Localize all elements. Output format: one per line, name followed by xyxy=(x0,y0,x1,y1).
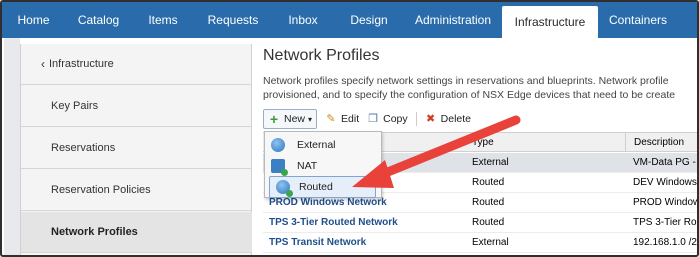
tab-home-label: Home xyxy=(17,13,50,27)
sidebar-item-network-profiles[interactable]: Network Profiles xyxy=(21,212,253,253)
tab-inbox[interactable]: Inbox xyxy=(272,2,334,38)
tab-administration[interactable]: Administration xyxy=(404,2,502,38)
menu-item-label: External xyxy=(297,139,336,151)
new-button-label: New xyxy=(284,113,306,125)
row-type: Routed xyxy=(472,197,505,208)
sidebar: ‹ Infrastructure Key Pairs Reservations … xyxy=(20,44,253,255)
row-name-link[interactable]: PROD Windows Network xyxy=(269,197,387,208)
tab-inbox-label: Inbox xyxy=(288,13,318,27)
sidebar-item-reservation-policies[interactable]: Reservation Policies xyxy=(21,170,253,211)
tab-home[interactable]: Home xyxy=(2,2,65,38)
tab-design[interactable]: Design xyxy=(334,2,404,38)
copy-icon: ❐ xyxy=(368,113,379,125)
page-title: Network Profiles xyxy=(263,47,380,64)
delete-x-icon: ✖ xyxy=(426,113,436,125)
tab-design-label: Design xyxy=(350,13,388,27)
pencil-icon: ✎ xyxy=(326,113,336,125)
new-button[interactable]: + New ▾ xyxy=(263,109,318,129)
row-description: 192.168.1.0 /2 xyxy=(633,237,697,248)
sidebar-item-reservations[interactable]: Reservations xyxy=(21,128,253,169)
menu-item-label: Routed xyxy=(299,181,333,193)
row-description: TPS 3-Tier Ro xyxy=(633,217,697,228)
new-dropdown-menu: External NAT Routed xyxy=(264,131,382,198)
tab-items-label: Items xyxy=(148,13,178,27)
row-type: External xyxy=(472,157,509,168)
delete-button[interactable]: ✖ Delete xyxy=(421,109,475,129)
tab-containers[interactable]: Containers xyxy=(598,2,678,38)
table-row[interactable]: TPS Transit Network External 192.168.1.0… xyxy=(263,233,697,253)
toolbar: + New ▾ ✎ Edit ❐ Copy ✖ Delete xyxy=(263,108,475,130)
app-window: Home Catalog Items Requests Inbox Design… xyxy=(0,0,699,257)
routed-icon xyxy=(276,180,293,197)
description-line-2: provisioned, and to specify the configur… xyxy=(263,89,676,101)
tab-requests-label: Requests xyxy=(207,13,259,27)
sidebar-item-key-pairs[interactable]: Key Pairs xyxy=(21,86,253,127)
nat-icon xyxy=(271,159,288,176)
chevron-left-icon: ‹ xyxy=(41,57,45,71)
row-type: External xyxy=(472,237,509,248)
row-description: VM-Data PG - xyxy=(633,157,696,168)
row-description: PROD Window xyxy=(633,197,699,208)
plus-icon: + xyxy=(269,111,279,127)
column-header-description[interactable]: Description xyxy=(625,133,684,151)
tab-catalog-label: Catalog xyxy=(77,13,120,27)
toolbar-divider xyxy=(415,112,417,126)
tab-infrastructure-label: Infrastructure xyxy=(514,15,586,29)
sidebar-item-label: Key Pairs xyxy=(51,100,99,112)
copy-button[interactable]: ❐ Copy xyxy=(363,109,412,129)
row-type: Routed xyxy=(472,177,505,188)
description-line-1: Network profiles specify network setting… xyxy=(263,75,669,87)
edit-button-label: Edit xyxy=(341,113,360,125)
top-navigation: Home Catalog Items Requests Inbox Design… xyxy=(2,2,697,38)
sidebar-item-label: Reservation Policies xyxy=(51,184,151,196)
delete-button-label: Delete xyxy=(440,113,471,125)
row-name-link[interactable]: TPS 3-Tier Routed Network xyxy=(269,217,398,228)
column-header-type[interactable]: Type xyxy=(472,137,494,148)
tab-infrastructure[interactable]: Infrastructure xyxy=(502,6,598,38)
tab-requests[interactable]: Requests xyxy=(194,2,272,38)
row-name-link[interactable]: TPS Transit Network xyxy=(269,237,366,248)
row-description: DEV Windows xyxy=(633,177,697,188)
sidebar-item-infrastructure[interactable]: ‹ Infrastructure xyxy=(21,44,253,85)
chevron-down-icon: ▾ xyxy=(308,114,313,124)
row-type: Routed xyxy=(472,217,505,228)
menu-item-nat[interactable]: NAT xyxy=(265,155,381,177)
menu-item-external[interactable]: External xyxy=(265,134,381,156)
globe-icon xyxy=(271,138,285,152)
tab-administration-label: Administration xyxy=(414,13,492,27)
left-gutter xyxy=(4,38,20,255)
tab-catalog[interactable]: Catalog xyxy=(65,2,132,38)
menu-item-label: NAT xyxy=(297,160,318,172)
sidebar-item-label: Infrastructure xyxy=(49,58,114,70)
sidebar-item-label: Network Profiles xyxy=(51,226,138,238)
menu-item-routed[interactable]: Routed xyxy=(269,176,376,198)
sidebar-item-label: Reservations xyxy=(51,142,116,154)
edit-button[interactable]: ✎ Edit xyxy=(321,109,363,129)
page-description: Network profiles specify network setting… xyxy=(263,74,697,102)
tab-items[interactable]: Items xyxy=(132,2,194,38)
tab-containers-label: Containers xyxy=(608,13,668,27)
table-row[interactable]: TPS 3-Tier Routed Network Routed TPS 3-T… xyxy=(263,213,697,233)
copy-button-label: Copy xyxy=(383,113,408,125)
